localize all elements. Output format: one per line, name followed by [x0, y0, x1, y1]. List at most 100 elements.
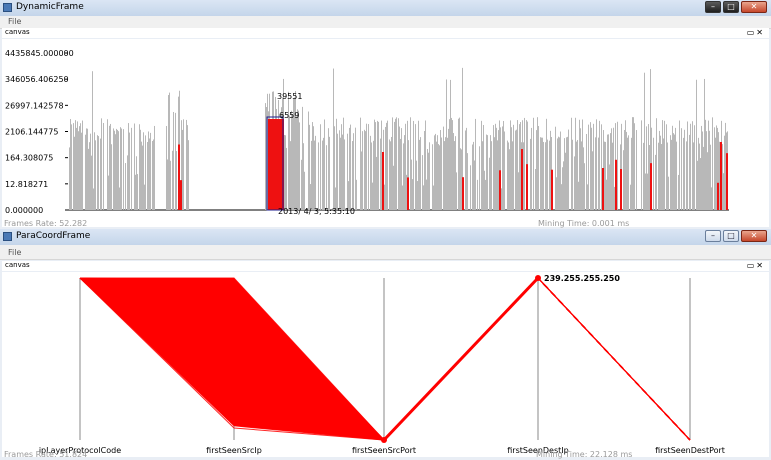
bar — [404, 135, 405, 210]
bar — [643, 142, 644, 210]
bar — [641, 120, 642, 210]
bar — [672, 125, 673, 210]
bar — [543, 141, 544, 210]
bar — [440, 129, 441, 210]
bar — [176, 151, 177, 210]
bar — [312, 122, 313, 210]
bar — [693, 142, 694, 210]
bar — [479, 146, 480, 210]
title-bar[interactable]: ParaCoordFrame – □ ✕ — [0, 229, 771, 246]
bar — [298, 110, 299, 210]
bar — [411, 159, 412, 210]
bar-chart[interactable]: 0.000000 12.818271 164.308075 2106.144775 26… — [2, 39, 769, 227]
bar — [487, 135, 488, 210]
bar — [473, 141, 474, 210]
bar — [683, 137, 684, 210]
bar — [172, 150, 173, 210]
bar — [709, 130, 710, 210]
bar — [391, 136, 392, 210]
bar — [324, 119, 325, 210]
close-button[interactable]: ✕ — [741, 230, 767, 242]
bar — [173, 111, 174, 210]
bar — [110, 123, 111, 210]
bar — [143, 132, 144, 210]
bar — [662, 120, 663, 210]
bar — [696, 79, 697, 210]
bar — [334, 126, 335, 210]
bar — [647, 173, 648, 210]
bar-highlighted — [720, 142, 722, 210]
maximize-button[interactable]: □ — [723, 1, 739, 13]
bar — [115, 134, 116, 210]
bar — [356, 179, 357, 210]
canvas-window-controls[interactable]: ▭✕ — [747, 28, 765, 37]
frames-rate: Frames Rate: 51.824 — [4, 450, 88, 459]
close-button[interactable]: ✕ — [741, 1, 767, 13]
minimize-button[interactable]: – — [705, 1, 721, 13]
timestamp-label: 2013/ 4/ 3, 5:35:10 — [278, 207, 355, 216]
bar — [593, 123, 594, 210]
bar — [423, 185, 424, 210]
parallel-coordinates-chart[interactable]: ipLayerProtocolCode firstSeenSrcIp firstSe… — [2, 272, 769, 457]
y-tick-label: 2106.144775 — [5, 128, 58, 137]
bar-highlighted — [551, 169, 553, 210]
bar — [390, 141, 391, 210]
maximize-button[interactable]: □ — [723, 230, 739, 242]
bar — [687, 121, 688, 210]
minimize-button[interactable]: – — [705, 230, 721, 242]
bar — [128, 123, 129, 210]
bar — [690, 123, 691, 210]
bar — [169, 92, 170, 210]
bar — [648, 124, 649, 210]
window-controls: – □ ✕ — [703, 0, 767, 14]
bar — [154, 125, 155, 210]
bar-highlighted — [717, 182, 719, 210]
canvas-window-controls[interactable]: ▭✕ — [747, 261, 765, 270]
title-bar[interactable]: DynamicFrame – □ ✕ — [0, 0, 771, 17]
bar — [509, 149, 510, 210]
bar — [433, 185, 434, 210]
bar — [450, 79, 451, 210]
bar — [91, 155, 92, 210]
bar — [502, 126, 503, 210]
menu-file[interactable]: File — [8, 17, 21, 26]
bar — [541, 137, 542, 210]
bar — [140, 129, 141, 210]
bar — [494, 137, 495, 210]
y-axis: 0.000000 12.818271 164.308075 2106.144775 26… — [5, 49, 74, 215]
bar — [575, 117, 576, 210]
bar — [562, 167, 563, 210]
dest-ip-marker — [535, 275, 541, 281]
bar — [375, 122, 376, 210]
bar — [518, 172, 519, 210]
mining-time: Mining Time: 22.128 ms — [536, 450, 633, 459]
bar-chart-canvas[interactable]: 0.000000 12.818271 164.308075 2106.144775 26… — [2, 39, 769, 227]
bar — [328, 128, 329, 210]
bar-highlighted — [499, 170, 501, 210]
bar — [513, 124, 514, 210]
bar — [183, 119, 184, 210]
bar — [437, 135, 438, 210]
bar — [265, 103, 266, 210]
bar — [339, 130, 340, 210]
bar — [386, 122, 387, 210]
bar — [69, 147, 70, 210]
menu-file[interactable]: File — [8, 248, 21, 257]
bar — [572, 139, 573, 210]
parallel-coordinates-canvas[interactable]: ipLayerProtocolCode firstSeenSrcIp firstSe… — [2, 272, 769, 457]
bar — [309, 124, 310, 210]
bar — [395, 118, 396, 210]
bar — [289, 115, 290, 210]
bars-normal — [69, 67, 728, 211]
bar — [675, 127, 676, 210]
bar — [574, 156, 575, 210]
bar — [444, 141, 445, 210]
bar — [420, 137, 421, 210]
bar — [412, 179, 413, 210]
bar — [649, 145, 650, 210]
bar — [413, 120, 414, 210]
bar — [295, 91, 296, 210]
bar — [336, 118, 337, 210]
bar — [303, 143, 304, 210]
bar — [355, 127, 356, 210]
